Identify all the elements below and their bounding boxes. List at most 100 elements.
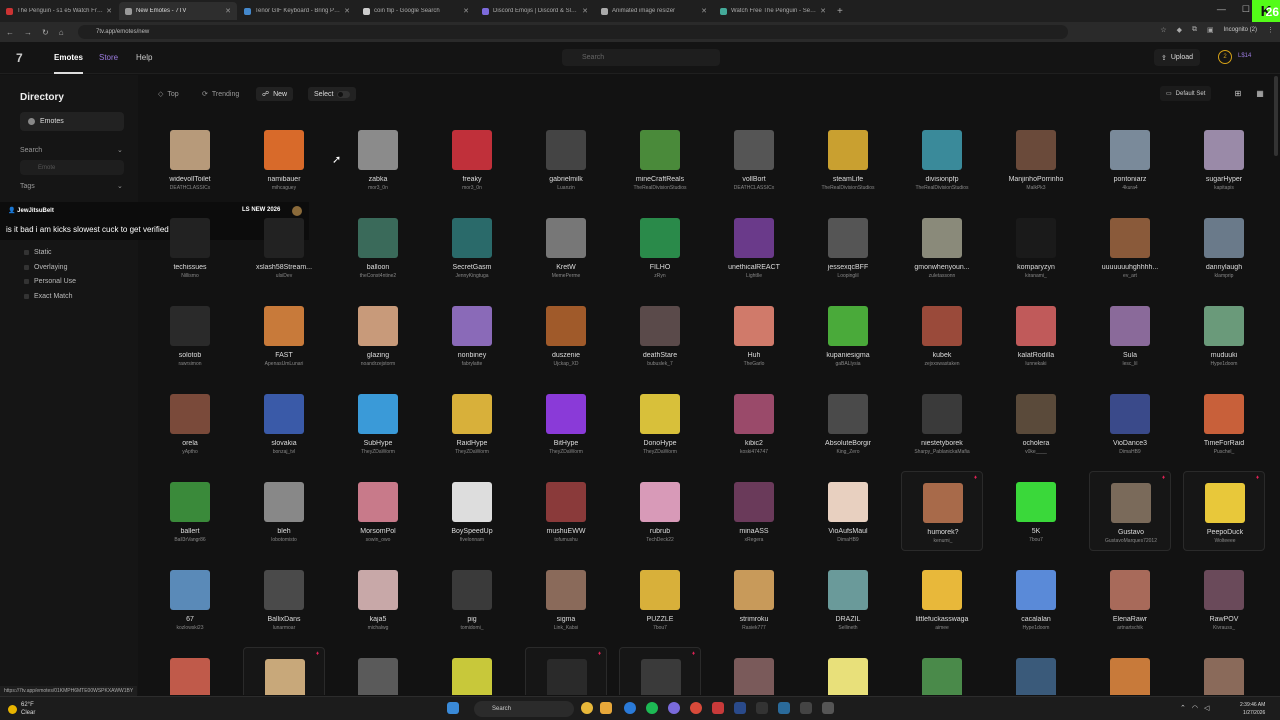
emote-owner[interactable]: rawrsimon (149, 361, 231, 367)
emote-card[interactable]: pig tomidomi_ (431, 559, 513, 639)
emote-card[interactable]: ocholera v0ke____ (995, 383, 1077, 463)
volume-icon[interactable]: ◁ (1204, 704, 1209, 712)
emote-card[interactable]: SecretGasm JennyKingtuga (431, 207, 513, 287)
taskbar-search[interactable]: Search (474, 701, 574, 717)
emote-card[interactable]: RaidHype TheyZDaWorm (431, 383, 513, 463)
emote-owner[interactable]: yAptho (149, 449, 231, 455)
emote-card[interactable]: AbsoluteBorgir King_Zero (807, 383, 889, 463)
emote-owner[interactable]: Luanzin (525, 185, 607, 191)
browser-tab[interactable]: Tenor GIF Keyboard - Bring Pe... ✕ (238, 2, 356, 20)
emote-owner[interactable]: mor3_0n (431, 185, 513, 191)
emote-owner[interactable]: Rasiek777 (713, 625, 795, 631)
emote-owner[interactable]: Hype1doom (1183, 361, 1265, 367)
emote-owner[interactable]: gaBALlysia (807, 361, 889, 367)
nav-emotes[interactable]: Emotes (54, 53, 83, 62)
emote-card[interactable] (901, 647, 983, 695)
avatar[interactable]: 2 (1218, 50, 1232, 64)
emote-search-input[interactable]: Emote (20, 160, 124, 175)
close-icon[interactable]: ✕ (225, 7, 231, 15)
discord-icon[interactable] (668, 702, 680, 714)
emote-card[interactable]: dannylaugh klamprip (1183, 207, 1265, 287)
emote-card[interactable]: ♦ (525, 647, 607, 695)
toggle-switch[interactable] (337, 90, 351, 98)
emote-owner[interactable]: Puschel_ (1183, 449, 1265, 455)
emote-owner[interactable]: kozlowski23 (149, 625, 231, 631)
checkbox-box[interactable] (24, 250, 29, 255)
emote-card[interactable]: Sula lesc_lil (1089, 295, 1171, 375)
emote-owner[interactable]: bonzaj_tvl (243, 449, 325, 455)
spotify-icon[interactable] (646, 702, 658, 714)
upload-button[interactable]: ⇪ Upload (1154, 49, 1201, 66)
emote-card[interactable]: unethicalREACT LightIle (713, 207, 795, 287)
emote-owner[interactable]: TheGarlo (713, 361, 795, 367)
emote-card[interactable]: mushuEWW tofumushu (525, 471, 607, 551)
emote-card[interactable]: divisionpfp TheRealDivisionStudios (901, 119, 983, 199)
filter-checkbox[interactable]: Overlaying (24, 264, 67, 271)
emote-owner[interactable]: tofumushu (525, 537, 607, 543)
emote-owner[interactable]: lunarmoar (243, 625, 325, 631)
emote-owner[interactable]: 7bou7 (995, 537, 1077, 543)
emote-card[interactable]: VioDance3 DimaHB9 (1089, 383, 1171, 463)
browser-tab[interactable]: The Penguin - s1 e5 Watch Fre... ✕ (0, 2, 118, 20)
emote-owner[interactable]: michalwg (337, 625, 419, 631)
close-icon[interactable]: ✕ (820, 7, 826, 15)
emote-owner[interactable]: tomidomi_ (431, 625, 513, 631)
grid-view-icon[interactable]: ⊞ (1230, 86, 1246, 101)
emote-card[interactable]: KretW MemePerme (525, 207, 607, 287)
emote-card[interactable]: MorsomPol sowin_owo (337, 471, 419, 551)
checkbox-box[interactable] (24, 279, 29, 284)
emote-owner[interactable]: Kivrauss_ (1183, 625, 1265, 631)
app-icon[interactable] (822, 702, 834, 714)
emote-owner[interactable]: koski474747 (713, 449, 795, 455)
emote-card[interactable]: slovakia bonzaj_tvl (243, 383, 325, 463)
emote-owner[interactable]: Wolteeee (1184, 538, 1266, 544)
checkbox-box[interactable] (24, 293, 29, 299)
list-view-icon[interactable]: ▦ (1252, 86, 1268, 101)
chevron-down-icon[interactable]: ⌄ (117, 182, 123, 190)
emote-owner[interactable]: TheyZDaWorm (619, 449, 701, 455)
emote-card[interactable]: PeepoDuck Wolteeee ♦ (1183, 471, 1265, 551)
emote-card[interactable]: sugarHyper kapitapis (1183, 119, 1265, 199)
emote-card[interactable]: gmonwhenyoun... zuletassonn (901, 207, 983, 287)
emote-card[interactable]: Huh TheGarlo (713, 295, 795, 375)
emote-owner[interactable]: TheyZDaWorm (337, 449, 419, 455)
default-set-button[interactable]: ▭ Default Set (1160, 86, 1212, 101)
emote-card[interactable] (1183, 647, 1265, 695)
steam-icon[interactable] (778, 702, 790, 714)
emote-owner[interactable]: ApenasUmLunari (243, 361, 325, 367)
emote-card[interactable]: kalatRodilla lunnekaki (995, 295, 1077, 375)
browser-tab[interactable]: New Emotes - 7TV ✕ (119, 2, 237, 20)
emote-card[interactable]: cacalalan Hype1doom (995, 559, 1077, 639)
chrome-icon[interactable] (581, 702, 593, 714)
emote-owner[interactable]: theConst4ntine2 (337, 273, 419, 279)
emote-owner[interactable]: Loopinglil (807, 273, 889, 279)
emote-owner[interactable]: lunnekaki (995, 361, 1077, 367)
emote-owner[interactable]: Sharpy_PablanickaMafia (901, 449, 983, 455)
emote-owner[interactable]: TheRealDivisionStudios (619, 185, 701, 191)
emote-owner[interactable]: Nillismo (149, 273, 231, 279)
emote-owner[interactable]: kenumi_ (902, 538, 984, 544)
page-scrollbar[interactable] (1274, 76, 1278, 156)
emote-card[interactable]: komparyzyn kiranami_ (995, 207, 1077, 287)
emote-card[interactable]: steamLife TheRealDivisionStudios (807, 119, 889, 199)
emote-card[interactable]: ballert Ball3rVangr86 (149, 471, 231, 551)
emote-card[interactable]: kubek zejxxswastaken (901, 295, 983, 375)
emote-card[interactable]: FAST ApenasUmLunari (243, 295, 325, 375)
emote-owner[interactable]: kiranami_ (995, 273, 1077, 279)
maximize-icon[interactable]: ☐ (1242, 4, 1250, 15)
emote-owner[interactable]: xRegera (713, 537, 795, 543)
emote-owner[interactable]: mihcaguey (243, 185, 325, 191)
emote-card[interactable]: kaja5 michalwg (337, 559, 419, 639)
close-icon[interactable]: ✕ (106, 7, 112, 15)
emote-owner[interactable]: Ball3rVangr86 (149, 537, 231, 543)
browser-tab[interactable]: coin flip - Google Search ✕ (357, 2, 475, 20)
emote-card[interactable]: solotob rawrsimon (149, 295, 231, 375)
emote-owner[interactable]: Hype1doom (995, 625, 1077, 631)
emote-owner[interactable]: sowin_owo (337, 537, 419, 543)
emote-card[interactable]: sigma Link_Kabsi (525, 559, 607, 639)
emote-card[interactable]: freaky mor3_0n (431, 119, 513, 199)
url-field[interactable]: 7tv.app/emotes/new (78, 25, 1068, 39)
home-icon[interactable]: ⌂ (59, 28, 64, 37)
emote-card[interactable]: jessexqcBFF Loopinglil (807, 207, 889, 287)
emote-card[interactable] (807, 647, 889, 695)
